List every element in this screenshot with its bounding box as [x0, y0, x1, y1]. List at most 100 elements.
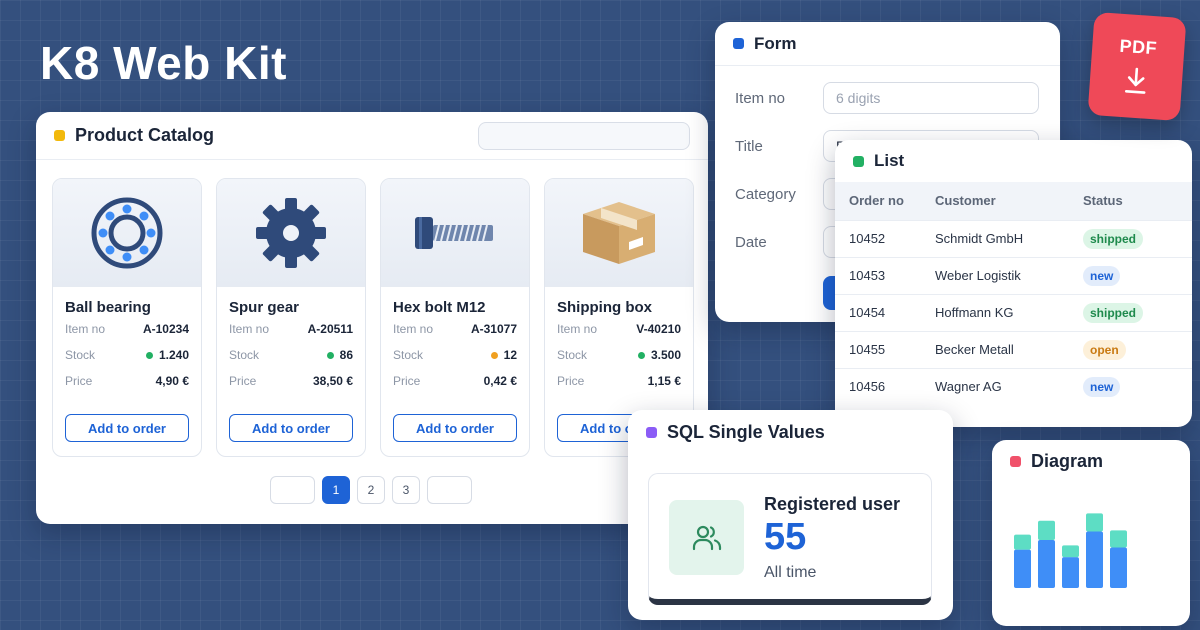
- page-button-1[interactable]: 1: [322, 476, 350, 504]
- table-row[interactable]: 10453 Weber Logistik new: [835, 256, 1192, 294]
- stock-status-dot: [326, 351, 334, 359]
- page-button-2[interactable]: 2: [357, 476, 385, 504]
- item-no-label: Item no: [557, 322, 598, 336]
- table-row[interactable]: 10455 Becker Metall open: [835, 330, 1192, 368]
- bar-lower-3: [1062, 557, 1079, 588]
- catalog-search-input[interactable]: [478, 122, 690, 150]
- bar-upper-1: [1014, 534, 1031, 550]
- product-name: Shipping box: [557, 299, 652, 316]
- stock-status-dot: [490, 351, 498, 359]
- add-to-order-button[interactable]: Add to order: [65, 414, 189, 442]
- product-image: [217, 179, 365, 287]
- sql-dot-icon: [646, 426, 657, 438]
- kpi-value: 55: [764, 516, 807, 558]
- kpi-subtitle: All time: [764, 564, 817, 581]
- download-icon: [1124, 67, 1146, 94]
- prev-page-button[interactable]: [270, 476, 315, 504]
- status-cell: shipped: [1083, 219, 1192, 257]
- product-name: Hex bolt M12: [393, 299, 486, 316]
- ball-bearing-icon: [91, 197, 163, 268]
- catalog-dot-icon: [54, 130, 65, 141]
- product-card: Hex bolt M12 Item no A-31077 Stock 12 Pric…: [380, 178, 530, 457]
- stock-value: 12: [503, 348, 517, 362]
- add-to-order-button[interactable]: Add to order: [393, 414, 517, 442]
- product-image: [545, 179, 693, 287]
- bar-lower-2: [1038, 540, 1055, 588]
- table-row[interactable]: 10456 Wagner AG new: [835, 367, 1192, 405]
- bar-lower-1: [1014, 549, 1031, 588]
- page-headline: K8 Web Kit: [40, 37, 287, 89]
- title-field-label: Title: [735, 137, 763, 155]
- gear-icon: [256, 197, 326, 268]
- price-label: Price: [557, 374, 585, 388]
- bar-upper-4: [1086, 513, 1103, 532]
- stock-value: 1.240: [158, 348, 189, 362]
- item-no-field-label: Item no: [735, 89, 786, 107]
- order-no-cell: 10452: [835, 219, 935, 257]
- item-no-value: A-20511: [307, 322, 353, 336]
- category-field-label: Category: [735, 185, 796, 203]
- table-row[interactable]: 10452 Schmidt GmbH shipped: [835, 219, 1192, 257]
- pdf-label: PDF: [1118, 35, 1158, 59]
- kpi-icon-box: [669, 500, 744, 575]
- bar-upper-2: [1038, 520, 1055, 540]
- item-no-label: Item no: [65, 322, 106, 336]
- date-field-label: Date: [735, 233, 767, 251]
- customer-cell: Weber Logistik: [935, 256, 1083, 294]
- hex-bolt-icon: [415, 216, 493, 249]
- bar-upper-5: [1110, 530, 1127, 548]
- status-badge: shipped: [1083, 302, 1144, 323]
- product-name: Ball bearing: [65, 299, 151, 316]
- diagram-panel: Diagram: [992, 440, 1190, 626]
- product-catalog-panel: Product Catalog Ball bearing Item no A-1…: [36, 112, 708, 524]
- price-value: 0,42 €: [483, 374, 517, 388]
- sql-single-values-panel: SQL Single Values Registered user 55 All…: [628, 410, 953, 620]
- stock-label: Stock: [229, 348, 260, 362]
- status-badge: shipped: [1083, 228, 1144, 249]
- status-cell: new: [1083, 256, 1192, 294]
- product-card-list: Ball bearing Item no A-10234 Stock 1.240 P…: [52, 178, 694, 457]
- box-icon: [583, 201, 655, 264]
- column-header-customer[interactable]: Customer: [935, 182, 1083, 220]
- product-card: Ball bearing Item no A-10234 Stock 1.240 P…: [52, 178, 202, 457]
- stock-value-wrap: 86: [326, 348, 353, 362]
- product-image: [381, 179, 529, 287]
- price-label: Price: [393, 374, 421, 388]
- list-panel: List Order no Customer Status 10452 Schm…: [835, 140, 1192, 427]
- pdf-download-button[interactable]: PDF: [1087, 11, 1187, 122]
- item-no-input[interactable]: [823, 82, 1039, 114]
- sql-title: SQL Single Values: [667, 421, 825, 442]
- catalog-title: Product Catalog: [75, 125, 215, 145]
- product-card: Spur gear Item no A-20511 Stock 86 Price 38…: [216, 178, 366, 457]
- column-header-status[interactable]: Status: [1083, 182, 1192, 220]
- list-title: List: [874, 151, 905, 170]
- table-header-row: Order no Customer Status: [835, 182, 1192, 220]
- status-cell: shipped: [1083, 293, 1192, 331]
- price-label: Price: [229, 374, 257, 388]
- stock-status-dot: [145, 351, 153, 359]
- diagram-dot-icon: [1010, 455, 1021, 467]
- status-badge: open: [1083, 339, 1126, 360]
- customer-cell: Becker Metall: [935, 330, 1083, 368]
- price-value: 4,90 €: [155, 374, 189, 388]
- list-header: List: [835, 140, 1192, 182]
- stock-value: 86: [339, 348, 353, 362]
- stock-value: 3.500: [650, 348, 681, 362]
- page-button-3[interactable]: 3: [392, 476, 420, 504]
- item-no-value: A-10234: [142, 322, 189, 336]
- next-page-button[interactable]: [427, 476, 472, 504]
- form-header: Form: [715, 22, 1060, 66]
- status-badge: new: [1083, 376, 1121, 397]
- stock-value-wrap: 3.500: [637, 348, 681, 362]
- item-no-label: Item no: [393, 322, 434, 336]
- customer-cell: Wagner AG: [935, 367, 1083, 405]
- table-row[interactable]: 10454 Hoffmann KG shipped: [835, 293, 1192, 331]
- price-value: 1,15 €: [647, 374, 681, 388]
- column-header-order-no[interactable]: Order no: [835, 182, 935, 220]
- add-to-order-button[interactable]: Add to order: [229, 414, 353, 442]
- item-no-value: V-40210: [636, 322, 681, 336]
- product-name: Spur gear: [229, 299, 300, 316]
- bar-chart: [1014, 513, 1127, 588]
- diagram-title: Diagram: [1031, 450, 1104, 471]
- price-label: Price: [65, 374, 93, 388]
